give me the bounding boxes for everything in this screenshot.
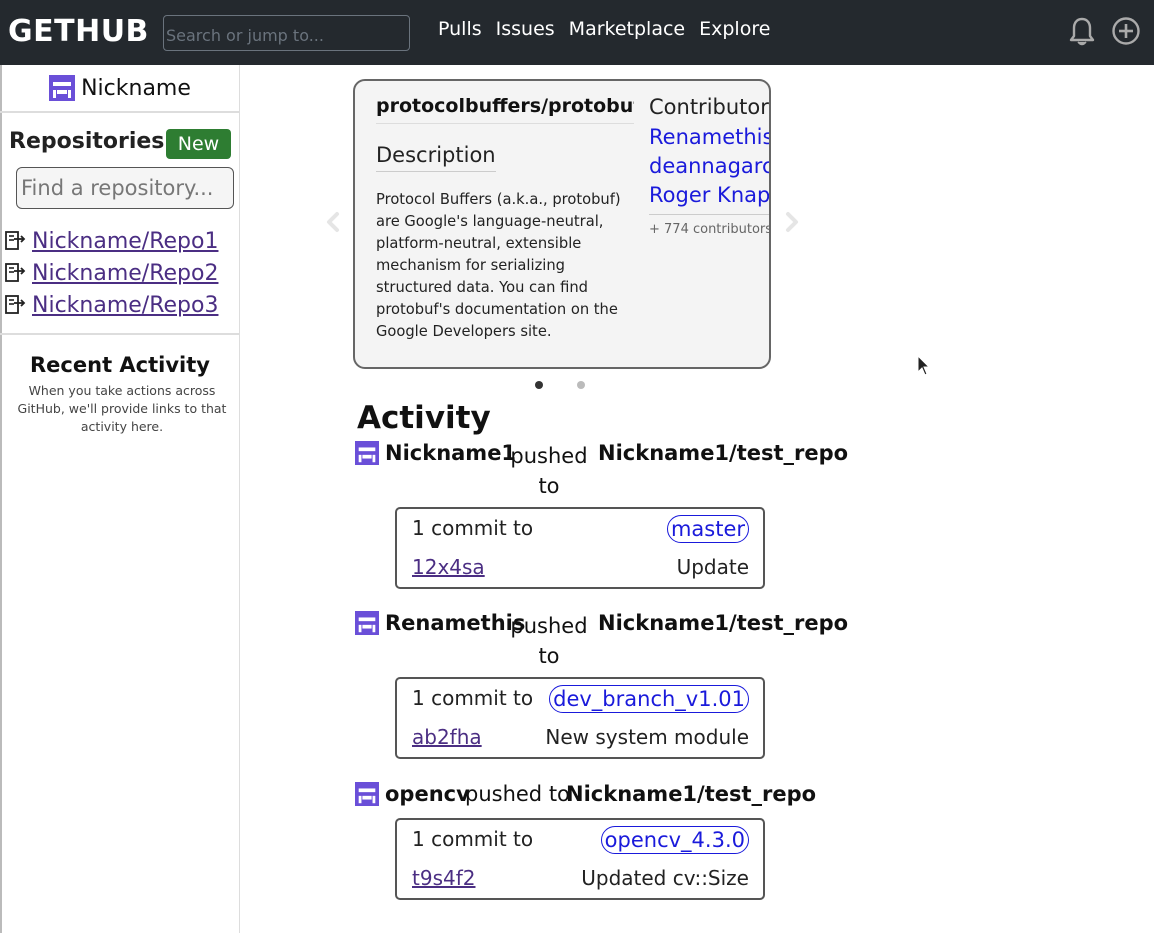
- commit-card: 1 commit to master 12x4sa Update: [395, 507, 765, 589]
- branch-badge[interactable]: master: [666, 515, 749, 543]
- divider: [0, 333, 240, 335]
- commit-label: 1 commit to: [412, 827, 534, 851]
- description-heading: Description: [376, 143, 496, 172]
- avatar: [355, 782, 379, 806]
- event-user[interactable]: opencv: [385, 782, 470, 806]
- contributor-link[interactable]: Roger Knapp: [649, 181, 769, 210]
- commit-hash-link[interactable]: t9s4f2: [412, 866, 475, 890]
- activity-heading: Activity: [357, 400, 491, 436]
- event-action: pushed to: [510, 614, 588, 668]
- list-item: Nickname/Repo2: [4, 257, 218, 289]
- commit-message: New system module: [545, 725, 749, 749]
- new-repository-button[interactable]: New: [166, 129, 231, 159]
- featured-repo-title[interactable]: protocolbuffers/protobuf: [376, 95, 634, 124]
- commit-hash-link[interactable]: ab2fha: [412, 725, 482, 749]
- commit-card: 1 commit to opencv_4.3.0 t9s4f2 Updated …: [395, 818, 765, 900]
- repo-icon: [5, 263, 26, 282]
- top-navigation-bar: GETHUB Pulls Issues Marketplace Explore: [0, 0, 1154, 65]
- commit-card: 1 commit to dev_branch_v1.01 ab2fha New …: [395, 677, 765, 759]
- repo-link[interactable]: Nickname/Repo3: [32, 293, 218, 318]
- carousel-prev-icon[interactable]: [320, 208, 348, 236]
- repositories-heading: Repositories: [9, 129, 165, 154]
- carousel-dot[interactable]: [577, 381, 585, 389]
- carousel-dot[interactable]: [535, 381, 543, 389]
- contributors-list: Renamethis deannagarcia Roger Knapp: [649, 123, 769, 215]
- avatar: [49, 75, 76, 101]
- mouse-cursor-icon: [917, 355, 931, 376]
- contributor-link[interactable]: Renamethis: [649, 123, 769, 152]
- avatar: [355, 611, 379, 635]
- commit-hash-link[interactable]: 12x4sa: [412, 555, 485, 579]
- nav-marketplace[interactable]: Marketplace: [569, 18, 685, 40]
- recent-activity-text: When you take actions across GitHub, we'…: [17, 383, 227, 434]
- event-repo[interactable]: Nickname1/test_repo: [566, 782, 816, 806]
- main-nav: Pulls Issues Marketplace Explore: [438, 18, 770, 40]
- event-repo[interactable]: Nickname1/test_repo: [598, 441, 848, 465]
- more-contributors[interactable]: + 774 contributors: [649, 222, 769, 237]
- event-action: pushed to: [510, 444, 588, 498]
- event-user[interactable]: Nickname1: [385, 441, 516, 465]
- contributors-heading: Contributors: [649, 95, 771, 119]
- repo-link[interactable]: Nickname/Repo2: [32, 261, 218, 286]
- activity-event: Renamethis pushed to Nickname1/test_repo: [355, 611, 848, 668]
- commit-label: 1 commit to: [412, 516, 534, 540]
- site-logo[interactable]: GETHUB: [8, 14, 149, 49]
- find-repository-input[interactable]: [16, 167, 234, 209]
- repo-link[interactable]: Nickname/Repo1: [32, 229, 218, 254]
- contributor-link[interactable]: deannagarcia: [649, 152, 769, 181]
- nav-explore[interactable]: Explore: [699, 18, 770, 40]
- plus-circle-icon[interactable]: [1111, 16, 1141, 46]
- branch-badge[interactable]: dev_branch_v1.01: [549, 685, 749, 713]
- list-item: Nickname/Repo1: [4, 225, 218, 257]
- event-action: pushed to: [465, 782, 570, 806]
- avatar: [355, 441, 379, 465]
- nav-pulls[interactable]: Pulls: [438, 18, 482, 40]
- branch-badge[interactable]: opencv_4.3.0: [600, 826, 749, 854]
- commit-message: Update: [676, 555, 749, 579]
- repo-icon: [5, 295, 26, 314]
- nav-issues[interactable]: Issues: [496, 18, 555, 40]
- repository-list: Nickname/Repo1 Nickname/Repo2 Nickname/R…: [4, 225, 218, 321]
- event-user[interactable]: Renamethis: [385, 611, 525, 635]
- carousel-indicators: [535, 381, 585, 389]
- recent-activity-heading: Recent Activity: [30, 353, 210, 377]
- commit-label: 1 commit to: [412, 686, 534, 710]
- description-text: Protocol Buffers (a.k.a., protobuf) are …: [376, 191, 621, 340]
- bell-icon[interactable]: [1068, 16, 1096, 48]
- list-item: Nickname/Repo3: [4, 289, 218, 321]
- search-input[interactable]: [163, 15, 410, 51]
- sidebar: Nickname Repositories New Nickname/Repo1…: [0, 65, 240, 933]
- contributors-column: Contributors Renamethis deannagarcia Rog…: [649, 95, 771, 237]
- repo-icon: [5, 231, 26, 250]
- carousel-next-icon[interactable]: [777, 208, 805, 236]
- user-profile-row[interactable]: Nickname: [0, 65, 240, 113]
- username[interactable]: Nickname: [81, 76, 191, 101]
- event-repo[interactable]: Nickname1/test_repo: [598, 611, 848, 635]
- featured-repo-card: protocolbuffers/protobuf Description Pro…: [353, 79, 771, 369]
- activity-event: Nickname1 pushed to Nickname1/test_repo: [355, 441, 848, 498]
- activity-event: opencv pushed to Nickname1/test_repo: [355, 782, 835, 812]
- commit-message: Updated cv::Size: [581, 866, 749, 890]
